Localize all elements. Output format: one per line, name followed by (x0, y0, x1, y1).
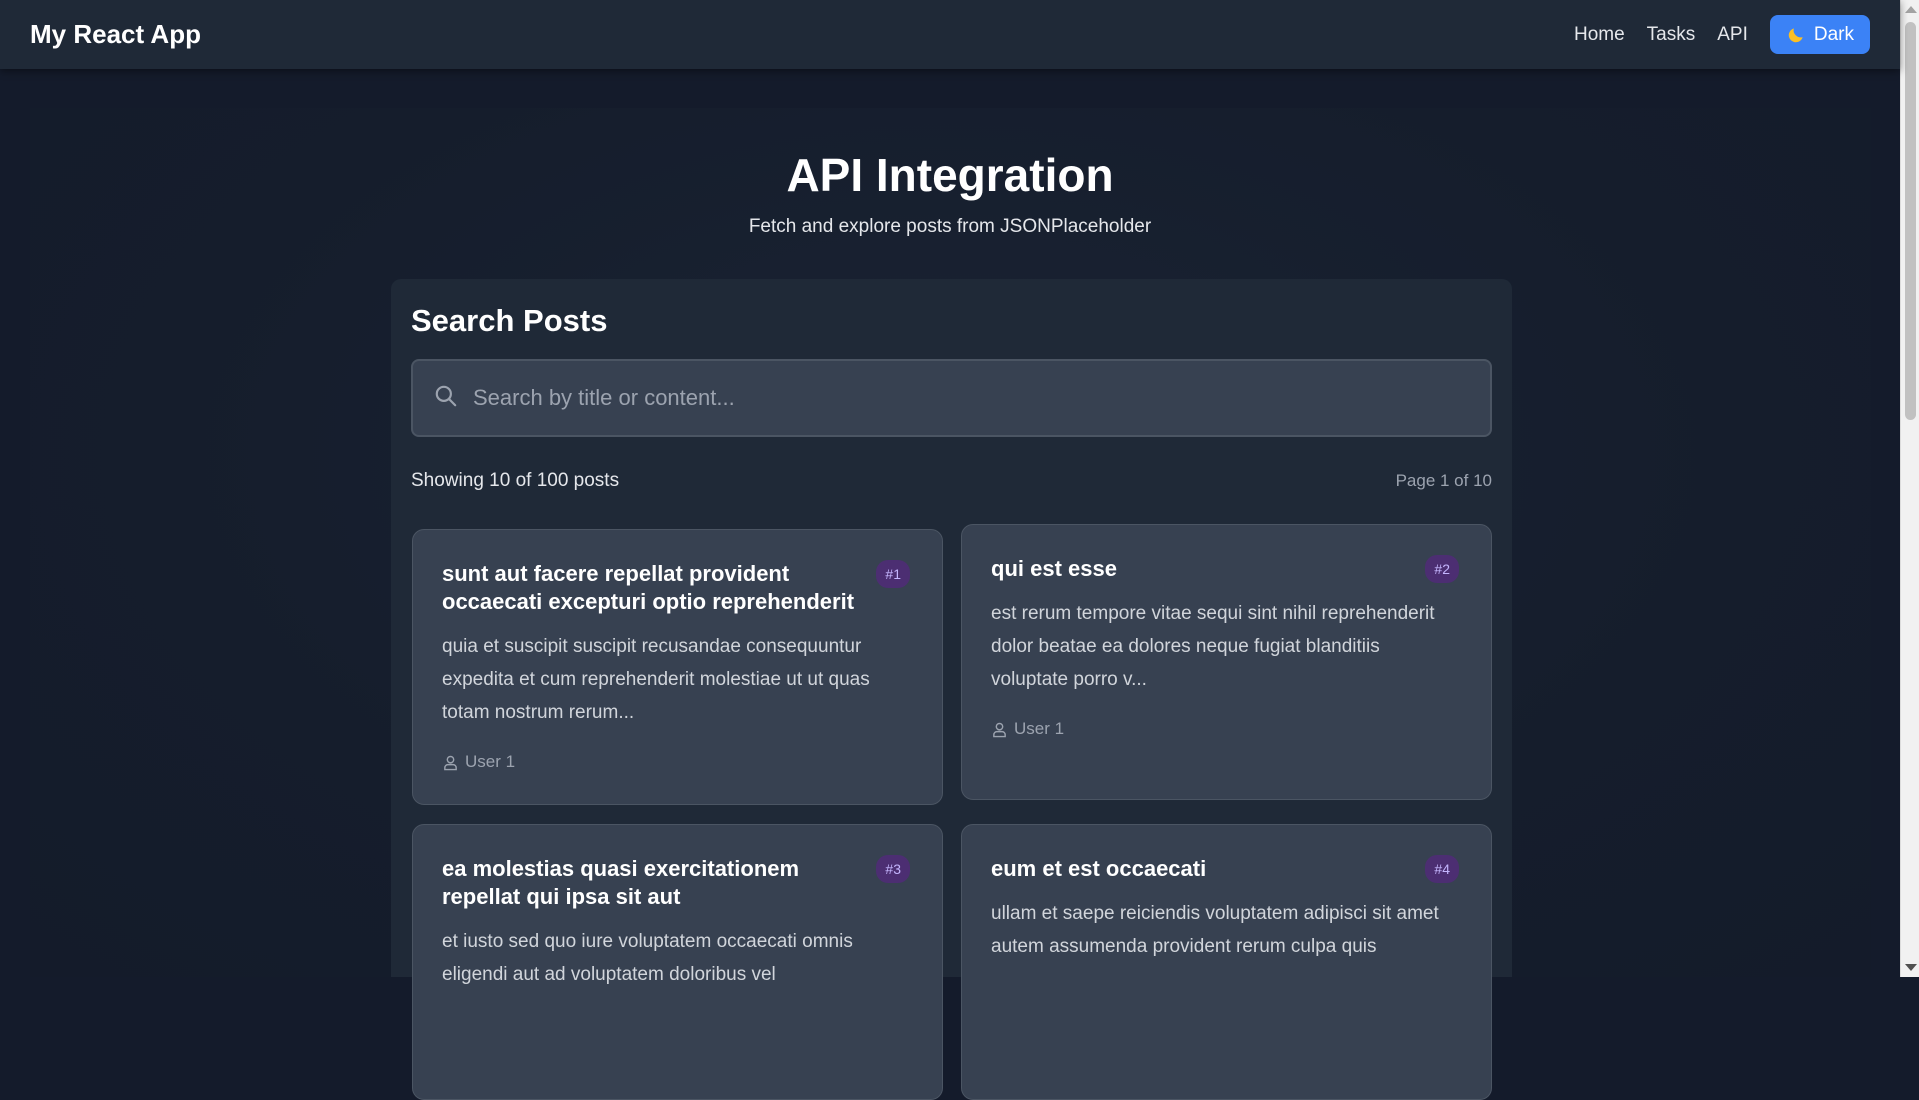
post-card[interactable]: qui est esse #2 est rerum tempore vitae … (961, 524, 1492, 800)
nav-links: Home Tasks API Dark (1574, 15, 1870, 54)
post-title: qui est esse (991, 556, 1117, 581)
search-box[interactable] (411, 359, 1492, 437)
results-count: Showing 10 of 100 posts (411, 470, 620, 491)
post-id-badge: #4 (1425, 855, 1459, 883)
post-card[interactable]: ea molestias quasi exercitationem repell… (412, 824, 943, 1100)
post-title: eum et est occaecati (991, 856, 1207, 881)
post-title: sunt aut facere repellat provident occae… (442, 561, 855, 614)
brand-logo[interactable]: My React App (30, 19, 201, 50)
scroll-down-arrow[interactable] (1905, 964, 1917, 971)
post-body: ullam et saepe reiciendis voluptatem adi… (991, 903, 1439, 957)
scrollbar-thumb[interactable] (1905, 22, 1916, 420)
nav-link-api[interactable]: API (1717, 24, 1748, 46)
moon-icon (1788, 27, 1803, 42)
post-id-badge: #2 (1425, 555, 1459, 583)
post-card[interactable]: eum et est occaecati #4 ullam et saepe r… (961, 824, 1492, 1100)
post-body: quia et suscipit suscipit recusandae con… (442, 636, 870, 723)
post-id-badge: #1 (876, 560, 910, 588)
page-header: API Integration Fetch and explore posts … (0, 148, 1900, 238)
post-body: est rerum tempore vitae sequi sint nihil… (991, 603, 1435, 690)
user-icon (444, 755, 457, 770)
results-meta: Showing 10 of 100 posts Page 1 of 10 (411, 470, 1492, 492)
nav-link-home[interactable]: Home (1574, 24, 1625, 46)
theme-toggle-label: Dark (1813, 23, 1854, 45)
user-icon (993, 722, 1006, 737)
theme-toggle-button[interactable]: Dark (1769, 15, 1870, 54)
post-author: User 1 (991, 719, 1064, 739)
page-title: API Integration (786, 149, 1114, 201)
page-subtitle: Fetch and explore posts from JSONPlaceho… (748, 216, 1152, 237)
post-id-badge: #3 (876, 855, 910, 883)
post-body: et iusto sed quo iure voluptatem occaeca… (442, 931, 853, 985)
search-input[interactable] (473, 361, 1483, 435)
page-scrollbar[interactable] (1900, 0, 1919, 977)
post-author-label: User 1 (1014, 719, 1065, 738)
navbar: My React App Home Tasks API Dark (0, 0, 1900, 69)
post-card[interactable]: sunt aut facere repellat provident occae… (412, 529, 943, 805)
page-indicator: Page 1 of 10 (1395, 471, 1492, 490)
nav-link-tasks[interactable]: Tasks (1647, 24, 1696, 46)
post-title: ea molestias quasi exercitationem repell… (442, 856, 800, 909)
post-author: User 1 (442, 752, 515, 772)
post-author-label: User 1 (465, 752, 516, 771)
search-icon (435, 385, 457, 407)
search-panel: Search Posts Showing 10 of 100 posts Pag… (391, 279, 1512, 1100)
search-heading: Search Posts (411, 303, 608, 338)
scroll-up-arrow[interactable] (1905, 6, 1917, 13)
